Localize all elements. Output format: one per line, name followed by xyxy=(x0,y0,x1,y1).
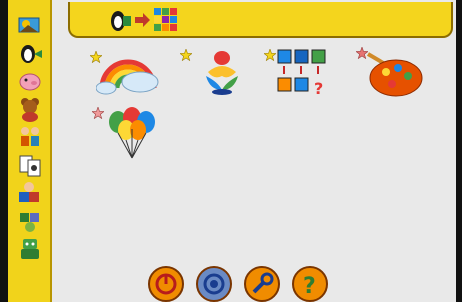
palette-icon xyxy=(366,52,423,97)
penguin-icon xyxy=(21,45,42,63)
quit-button[interactable] xyxy=(148,266,184,302)
svg-text:?: ? xyxy=(314,79,323,98)
about-button[interactable] xyxy=(196,266,232,302)
settings-button[interactable] xyxy=(244,266,280,302)
sequence-activity[interactable]: ? xyxy=(276,48,328,98)
sidebar-item-puzzle[interactable] xyxy=(16,208,44,234)
sidebar-item-farm[interactable] xyxy=(16,68,44,94)
pig-icon xyxy=(19,73,41,91)
balloons-activity[interactable] xyxy=(104,104,160,162)
svg-text:?: ? xyxy=(303,274,316,299)
balloons-icon xyxy=(109,107,155,159)
sidebar-item-activity[interactable] xyxy=(16,124,44,150)
power-icon xyxy=(155,273,177,295)
wrench-icon xyxy=(252,272,274,294)
question-icon: ? xyxy=(303,274,316,299)
about-icon xyxy=(203,273,225,295)
sidebar-item-robot[interactable] xyxy=(16,236,44,262)
teddy-bear-icon xyxy=(21,98,39,122)
rainbow-icon xyxy=(96,59,159,95)
puzzle-icon xyxy=(20,213,39,232)
blocks-icon xyxy=(19,182,39,202)
sidebar-item-memory[interactable] xyxy=(16,152,44,178)
star-icon xyxy=(179,46,193,65)
sidebar-item-animals[interactable] xyxy=(16,40,44,66)
memory-cards-icon xyxy=(19,155,41,177)
sidebar-item-picture-matching[interactable] xyxy=(16,12,44,38)
sidebar-item-toys[interactable] xyxy=(16,96,44,122)
rainbow-activity[interactable] xyxy=(96,44,160,96)
arrow-right-icon xyxy=(135,13,150,27)
bird-activity[interactable] xyxy=(198,46,246,98)
help-button[interactable]: ? xyxy=(292,266,328,302)
breadcrumb-bar xyxy=(68,2,453,38)
app-window: ? ? xyxy=(8,0,456,302)
control-bar: ? xyxy=(148,266,328,302)
picture-matching-icon xyxy=(18,17,40,33)
color-sequence-icon: ? xyxy=(277,49,326,98)
robot-icon xyxy=(21,239,39,259)
penguin-icon xyxy=(111,11,131,31)
category-sidebar xyxy=(8,0,52,302)
star-icon xyxy=(263,46,277,65)
bird-icon xyxy=(206,51,238,95)
breadcrumb[interactable] xyxy=(108,6,180,34)
star-icon xyxy=(91,104,105,123)
children-icon xyxy=(21,127,39,146)
grid-icon xyxy=(154,8,177,31)
paint-activity[interactable] xyxy=(362,44,424,98)
sidebar-item-blocks[interactable] xyxy=(16,180,44,206)
